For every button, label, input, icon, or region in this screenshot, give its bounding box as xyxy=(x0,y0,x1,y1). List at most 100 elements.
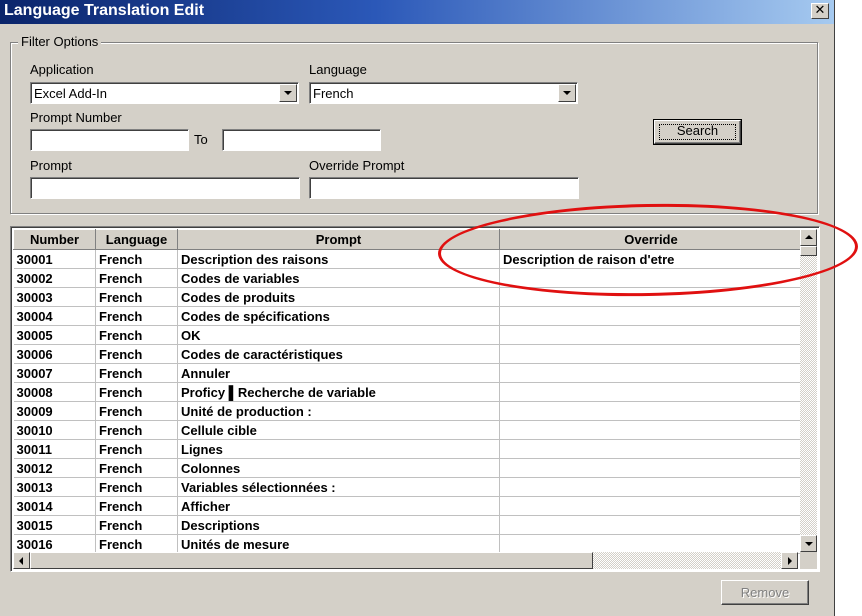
cell-prompt[interactable]: Lignes xyxy=(177,439,500,459)
vertical-scrollbar[interactable] xyxy=(800,229,817,552)
horizontal-scroll-thumb[interactable] xyxy=(30,552,593,569)
table-row[interactable]: 30011 French Lignes xyxy=(13,439,803,459)
cell-number[interactable]: 30011 xyxy=(13,439,96,459)
cell-prompt[interactable]: Description des raisons xyxy=(177,249,500,269)
cell-number[interactable]: 30009 xyxy=(13,401,96,421)
cell-number[interactable]: 30012 xyxy=(13,458,96,478)
cell-number[interactable]: 30004 xyxy=(13,306,96,326)
table-row[interactable]: 30001 French Description des raisons Descri… xyxy=(13,249,803,269)
cell-language[interactable]: French xyxy=(95,496,178,516)
cell-override[interactable] xyxy=(499,306,803,326)
cell-override[interactable] xyxy=(499,287,803,307)
cell-prompt[interactable]: Afficher xyxy=(177,496,500,516)
column-header-prompt[interactable]: Prompt xyxy=(177,229,500,250)
cell-prompt[interactable]: Variables sélectionnées : xyxy=(177,477,500,497)
cell-prompt[interactable]: Cellule cible xyxy=(177,420,500,440)
cell-override[interactable] xyxy=(499,268,803,288)
cell-override[interactable] xyxy=(499,420,803,440)
prompt-input[interactable] xyxy=(30,177,300,199)
cell-override[interactable]: Description de raison d'etre xyxy=(499,249,803,269)
cell-number[interactable]: 30005 xyxy=(13,325,96,345)
table-row[interactable]: 30010 French Cellule cible xyxy=(13,420,803,440)
cell-override[interactable] xyxy=(499,325,803,345)
language-dropdown[interactable]: French xyxy=(309,82,578,104)
cell-prompt[interactable]: Colonnes xyxy=(177,458,500,478)
cell-language[interactable]: French xyxy=(95,477,178,497)
cell-prompt[interactable]: Codes de variables xyxy=(177,268,500,288)
table-row[interactable]: 30004 French Codes de spécifications xyxy=(13,306,803,326)
cell-language[interactable]: French xyxy=(95,420,178,440)
cell-language[interactable]: French xyxy=(95,268,178,288)
cell-number[interactable]: 30014 xyxy=(13,496,96,516)
cell-language[interactable]: French xyxy=(95,325,178,345)
scroll-up-button[interactable] xyxy=(800,229,817,246)
cell-prompt[interactable]: Descriptions xyxy=(177,515,500,535)
cell-number[interactable]: 30008 xyxy=(13,382,96,402)
table-row[interactable]: 30012 French Colonnes xyxy=(13,458,803,478)
vertical-scroll-thumb[interactable] xyxy=(800,246,817,256)
translation-grid[interactable]: Number Language Prompt Override 30001 Fre… xyxy=(10,226,820,572)
cell-number[interactable]: 30006 xyxy=(13,344,96,364)
override-prompt-input[interactable] xyxy=(309,177,579,199)
table-row[interactable]: 30013 French Variables sélectionnées : xyxy=(13,477,803,497)
cell-override[interactable] xyxy=(499,515,803,535)
table-row[interactable]: 30014 French Afficher xyxy=(13,496,803,516)
cell-prompt[interactable]: Codes de produits xyxy=(177,287,500,307)
cell-override[interactable] xyxy=(499,344,803,364)
cell-number[interactable]: 30001 xyxy=(13,249,96,269)
cell-language[interactable]: French xyxy=(95,439,178,459)
scroll-right-button[interactable] xyxy=(781,552,798,569)
cell-language[interactable]: French xyxy=(95,287,178,307)
cell-language[interactable]: French xyxy=(95,249,178,269)
scroll-left-button[interactable] xyxy=(13,552,30,569)
cell-override[interactable] xyxy=(499,363,803,383)
table-row[interactable]: 30006 French Codes de caractéristiques xyxy=(13,344,803,364)
cell-language[interactable]: French xyxy=(95,382,178,402)
cell-override[interactable] xyxy=(499,439,803,459)
cell-language[interactable]: French xyxy=(95,458,178,478)
cell-language[interactable]: French xyxy=(95,534,178,554)
table-row[interactable]: 30015 French Descriptions xyxy=(13,515,803,535)
cell-override[interactable] xyxy=(499,401,803,421)
table-row[interactable]: 30002 French Codes de variables xyxy=(13,268,803,288)
cell-prompt[interactable]: Proficy ▌Recherche de variable xyxy=(177,382,500,402)
table-row[interactable]: 30008 French Proficy ▌Recherche de variabl… xyxy=(13,382,803,402)
cell-number[interactable]: 30002 xyxy=(13,268,96,288)
cell-language[interactable]: French xyxy=(95,515,178,535)
cell-number[interactable]: 30015 xyxy=(13,515,96,535)
column-header-override[interactable]: Override xyxy=(499,229,803,250)
cell-prompt[interactable]: Annuler xyxy=(177,363,500,383)
prompt-number-from-input[interactable] xyxy=(30,129,189,151)
table-row[interactable]: 30016 French Unités de mesure xyxy=(13,534,803,554)
table-row[interactable]: 30009 French Unité de production : xyxy=(13,401,803,421)
cell-prompt[interactable]: Codes de spécifications xyxy=(177,306,500,326)
search-button[interactable]: Search xyxy=(653,119,742,145)
cell-number[interactable]: 30003 xyxy=(13,287,96,307)
column-header-number[interactable]: Number xyxy=(13,229,96,250)
cell-prompt[interactable]: Codes de caractéristiques xyxy=(177,344,500,364)
cell-override[interactable] xyxy=(499,534,803,554)
cell-override[interactable] xyxy=(499,458,803,478)
cell-override[interactable] xyxy=(499,382,803,402)
scroll-down-button[interactable] xyxy=(800,535,817,552)
table-row[interactable]: 30007 French Annuler xyxy=(13,363,803,383)
table-row[interactable]: 30003 French Codes de produits xyxy=(13,287,803,307)
table-row[interactable]: 30005 French OK xyxy=(13,325,803,345)
cell-language[interactable]: French xyxy=(95,344,178,364)
cell-language[interactable]: French xyxy=(95,306,178,326)
close-button[interactable]: ✕ xyxy=(811,3,829,19)
cell-number[interactable]: 30007 xyxy=(13,363,96,383)
prompt-number-to-input[interactable] xyxy=(222,129,381,151)
cell-number[interactable]: 30010 xyxy=(13,420,96,440)
title-bar[interactable]: Language Translation Edit ✕ xyxy=(0,0,834,24)
cell-language[interactable]: French xyxy=(95,401,178,421)
cell-number[interactable]: 30013 xyxy=(13,477,96,497)
column-header-language[interactable]: Language xyxy=(95,229,178,250)
cell-prompt[interactable]: OK xyxy=(177,325,500,345)
remove-button[interactable]: Remove xyxy=(721,580,809,605)
cell-number[interactable]: 30016 xyxy=(13,534,96,554)
cell-language[interactable]: French xyxy=(95,363,178,383)
cell-override[interactable] xyxy=(499,477,803,497)
language-dropdown-button[interactable] xyxy=(558,84,576,102)
cell-prompt[interactable]: Unité de production : xyxy=(177,401,500,421)
